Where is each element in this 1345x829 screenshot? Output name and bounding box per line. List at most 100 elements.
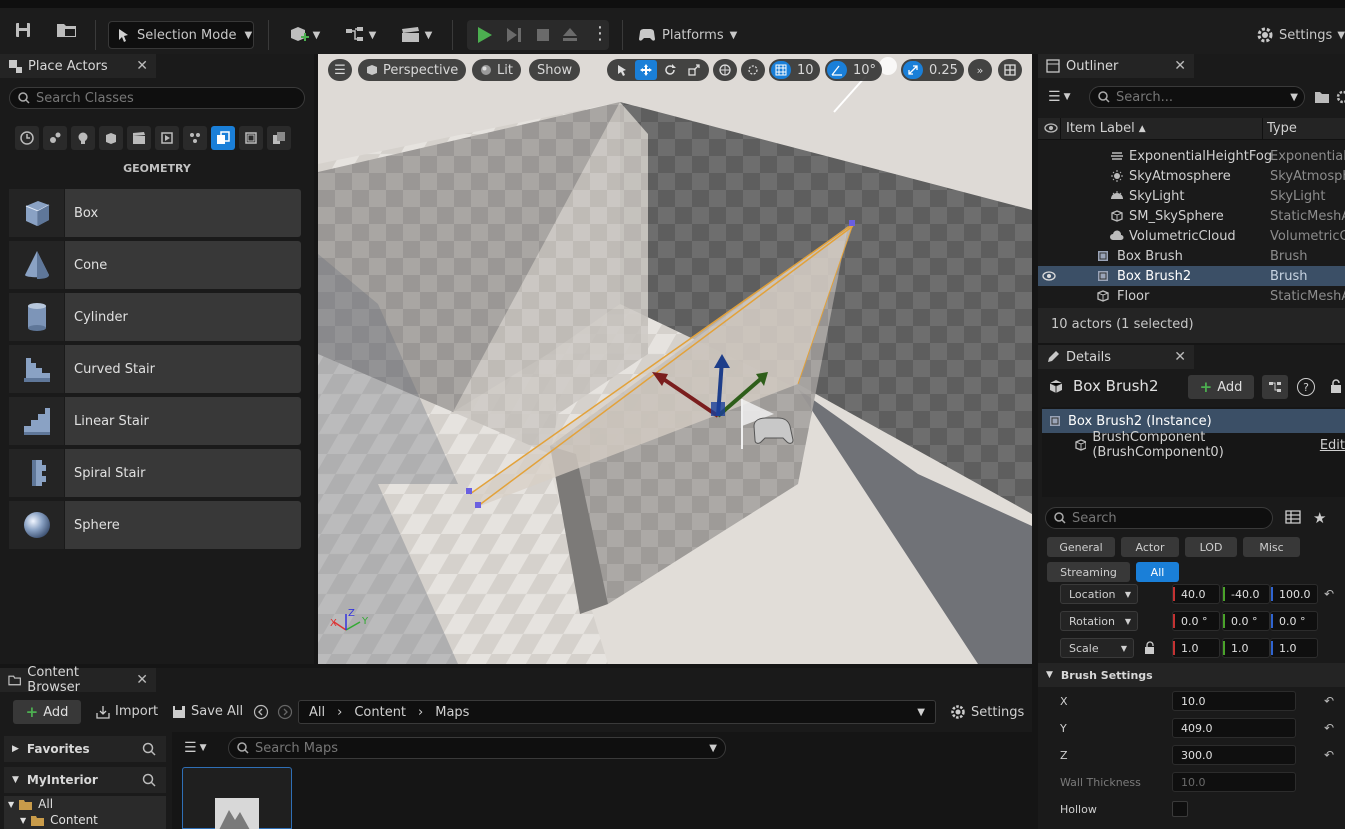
close-icon[interactable]: ✕: [136, 58, 148, 74]
actor-item-spiral-stair[interactable]: Spiral Stair: [9, 449, 301, 497]
geometry-icon[interactable]: [211, 126, 235, 150]
settings-dropdown[interactable]: Settings ▼: [1256, 21, 1345, 49]
coordinate-space-button[interactable]: [713, 59, 737, 81]
reset-icon[interactable]: ↶: [1324, 694, 1334, 708]
outliner-row[interactable]: SM_SkySphere StaticMeshA: [1038, 206, 1345, 226]
select-tool-icon[interactable]: [611, 60, 632, 80]
lights-icon[interactable]: [71, 126, 95, 150]
lock-icon[interactable]: [1329, 379, 1343, 393]
eject-icon[interactable]: [561, 26, 579, 44]
advance-frame-icon[interactable]: [505, 26, 523, 44]
volumes-icon[interactable]: [183, 126, 207, 150]
more-options-icon[interactable]: ⋮: [591, 24, 609, 44]
outliner-row[interactable]: SkyLight SkyLight: [1038, 186, 1345, 206]
brush-y-input[interactable]: 409.0: [1172, 718, 1296, 738]
basic-icon[interactable]: [43, 126, 67, 150]
outliner-row[interactable]: ExponentialHeightFog ExponentialH: [1038, 146, 1345, 166]
actor-item-cone[interactable]: Cone: [9, 241, 301, 289]
actor-item-curved-stair[interactable]: Curved Stair: [9, 345, 301, 393]
outliner-row[interactable]: Box Brush Brush: [1038, 246, 1345, 266]
outliner-row[interactable]: Floor StaticMeshA: [1038, 286, 1345, 306]
cinematic-icon[interactable]: [127, 126, 151, 150]
unlock-icon[interactable]: [1144, 641, 1156, 654]
location-y-input[interactable]: -40.0: [1222, 584, 1270, 604]
edit-component-link[interactable]: Edit: [1320, 438, 1345, 453]
filter-misc[interactable]: Misc: [1243, 537, 1300, 557]
search-icon[interactable]: [142, 742, 156, 756]
search-maps-input[interactable]: Search Maps ▼: [228, 737, 726, 759]
expand-toolbar-button[interactable]: »: [968, 59, 992, 81]
view-mode-dropdown[interactable]: Lit: [472, 59, 521, 81]
tab-details[interactable]: Details ✕: [1038, 345, 1194, 369]
outliner-search-input[interactable]: Search... ▼: [1089, 86, 1305, 108]
perspective-dropdown[interactable]: Perspective: [358, 59, 467, 81]
reset-icon[interactable]: ↶: [1324, 721, 1334, 735]
rotation-z-input[interactable]: 0.0 °: [1270, 611, 1318, 631]
reset-icon[interactable]: ↶: [1324, 748, 1334, 762]
add-actor-dropdown[interactable]: ▼: [284, 22, 324, 48]
show-dropdown[interactable]: Show: [529, 59, 581, 81]
scale-dropdown[interactable]: Scale ▼: [1060, 638, 1134, 658]
tab-place-actors[interactable]: Place Actors ✕: [0, 54, 156, 78]
stop-icon[interactable]: [534, 26, 552, 44]
filter-streaming[interactable]: Streaming: [1047, 562, 1130, 582]
close-icon[interactable]: ✕: [1174, 58, 1186, 74]
tab-outliner[interactable]: Outliner ✕: [1038, 54, 1194, 78]
reset-icon[interactable]: ↶: [1324, 587, 1334, 601]
add-content-button[interactable]: + Add: [13, 700, 81, 724]
layout-button[interactable]: [998, 59, 1022, 81]
content-settings-button[interactable]: Settings: [950, 704, 1024, 720]
location-dropdown[interactable]: Location ▼: [1060, 584, 1138, 604]
brush-x-input[interactable]: 10.0: [1172, 691, 1296, 711]
forward-icon[interactable]: [277, 704, 293, 720]
brush-settings-header[interactable]: ▼ Brush Settings: [1038, 663, 1345, 687]
tree-item-all[interactable]: ▼ All: [8, 797, 53, 811]
surface-snap-button[interactable]: [741, 59, 765, 81]
help-icon[interactable]: ?: [1297, 378, 1315, 396]
rotate-tool-icon[interactable]: [660, 60, 681, 80]
rotation-snap-control[interactable]: 10°: [825, 59, 883, 81]
scale-tool-icon[interactable]: [684, 60, 705, 80]
shapes-icon[interactable]: [99, 126, 123, 150]
breadcrumb-all[interactable]: All: [309, 705, 325, 720]
map-asset-thumbnail[interactable]: [182, 767, 292, 829]
actor-item-box[interactable]: Box: [9, 189, 301, 237]
outliner-row[interactable]: SkyAtmosphere SkyAtmosph: [1038, 166, 1345, 186]
scale-z-input[interactable]: 1.0: [1270, 638, 1318, 658]
play-icon[interactable]: [475, 26, 493, 44]
breadcrumb-maps[interactable]: Maps: [435, 705, 469, 720]
close-icon[interactable]: ✕: [1174, 349, 1186, 365]
details-search-input[interactable]: Search: [1045, 507, 1273, 529]
platforms-dropdown[interactable]: Platforms ▼: [638, 21, 737, 49]
actor-item-sphere[interactable]: Sphere: [9, 501, 301, 549]
back-icon[interactable]: [253, 704, 269, 720]
favorites-section[interactable]: ▶ Favorites: [4, 736, 166, 762]
save-icon[interactable]: [12, 19, 34, 41]
search-classes-input[interactable]: Search Classes: [9, 87, 305, 109]
actor-item-linear-stair[interactable]: Linear Stair: [9, 397, 301, 445]
blueprint-dropdown[interactable]: ▼: [340, 22, 380, 48]
rotation-y-input[interactable]: 0.0 °: [1222, 611, 1270, 631]
content-folder-icon[interactable]: [55, 19, 79, 41]
breadcrumb-content[interactable]: Content: [354, 705, 406, 720]
add-component-button[interactable]: + Add: [1188, 375, 1254, 399]
visibility-eye-icon[interactable]: [1042, 270, 1056, 282]
add-folder-icon[interactable]: [1314, 90, 1330, 104]
selection-mode-dropdown[interactable]: Selection Mode ▼: [108, 21, 254, 49]
scale-snap-control[interactable]: 0.25: [901, 59, 964, 81]
star-icon[interactable]: ★: [1313, 509, 1326, 527]
visual-effects-icon[interactable]: [155, 126, 179, 150]
tree-item-content[interactable]: ▼ Content: [20, 813, 98, 827]
project-section[interactable]: ▼ MyInterior: [4, 767, 166, 793]
viewport-options-button[interactable]: ☰: [328, 59, 352, 81]
outliner-row[interactable]: VolumetricCloud VolumetricCl: [1038, 226, 1345, 246]
outliner-filter-button[interactable]: ☰ ▼: [1048, 89, 1070, 105]
outliner-settings-icon[interactable]: [1336, 90, 1345, 104]
save-all-button[interactable]: Save All: [172, 704, 243, 719]
item-label-column-header[interactable]: Item Label ▲: [1066, 121, 1146, 136]
table-view-icon[interactable]: [1285, 510, 1301, 524]
filter-lod[interactable]: LOD: [1185, 537, 1237, 557]
rotation-x-input[interactable]: 0.0 °: [1172, 611, 1220, 631]
location-x-input[interactable]: 40.0: [1172, 584, 1220, 604]
component-row-brush[interactable]: BrushComponent (BrushComponent0) Edit: [1042, 430, 1345, 460]
